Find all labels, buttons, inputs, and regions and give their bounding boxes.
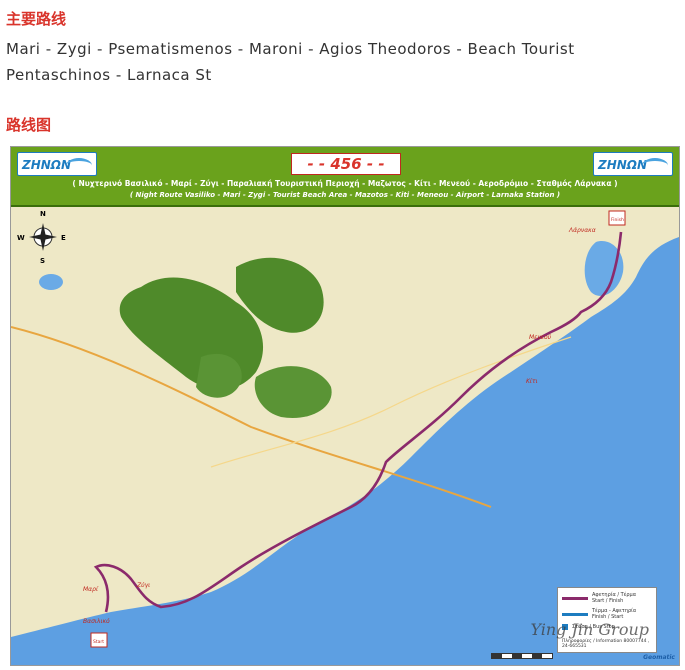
zhnon-logo-right: ZHNΩN <box>593 152 673 176</box>
place-kiti: Κίτι <box>526 378 538 385</box>
route-stops-greek: ( Νυχτερινό Βασιλικό - Μαρί - Ζύγι - Παρ… <box>72 179 618 188</box>
start-marker: Start <box>90 632 108 648</box>
geomatic-logo: Geomatic <box>643 654 675 661</box>
finish-label: Finish <box>611 217 624 223</box>
route-stops-english: ( Night Route Vasiliko - Mari - Zygi - T… <box>129 191 561 199</box>
route-number-badge: - - 456 - - <box>291 153 401 175</box>
legend-row-start-finish: Αφετηρία / Τέρμα Start / Finish <box>562 592 652 604</box>
legend-info: Πληροφορίες / Information 80007744 , 24-… <box>562 639 650 649</box>
compass-e: E <box>61 234 66 242</box>
main-route-heading: 主要路线 <box>6 10 67 28</box>
route-description: Mari - Zygi - Psematismenos - Maroni - A… <box>6 36 680 88</box>
route-map-image: ZHNΩN - - 456 - - ZHNΩN ( Νυχτερινό Βασι… <box>10 146 680 666</box>
compass-s: S <box>40 257 45 265</box>
compass-n: N <box>40 210 46 218</box>
place-larnaca: Λάρνακα <box>568 227 596 234</box>
route-description-line1: Mari - Zygi - Psematismenos - Maroni - A… <box>6 40 575 58</box>
watermark: Ying Jin Group <box>530 620 649 639</box>
lake-west <box>39 274 63 290</box>
place-zygi: Ζύγι <box>136 582 150 589</box>
compass-w: W <box>17 234 25 242</box>
place-meneou: Μενεού <box>529 334 552 341</box>
zhnon-logo-left: ZHNΩN <box>17 152 97 176</box>
route-description-line2: Pentaschinos - Larnaca St <box>6 66 212 84</box>
start-label: Start <box>93 639 104 645</box>
map-header: ZHNΩN - - 456 - - ZHNΩN ( Νυχτερινό Βασι… <box>11 147 679 207</box>
place-mari: Μαρί <box>83 586 99 593</box>
scale-bar <box>491 653 553 659</box>
route-map-heading: 路线图 <box>6 116 52 134</box>
finish-marker: Finish <box>608 210 626 226</box>
place-vasiliko: Βασιλικό <box>83 618 110 625</box>
map-body: N S E W Finish Start Λάρνακα Μενεού Κίτι… <box>11 207 679 665</box>
legend-row-finish-start: Τέρμα - Αφετηρία Finish / Start <box>562 608 652 620</box>
